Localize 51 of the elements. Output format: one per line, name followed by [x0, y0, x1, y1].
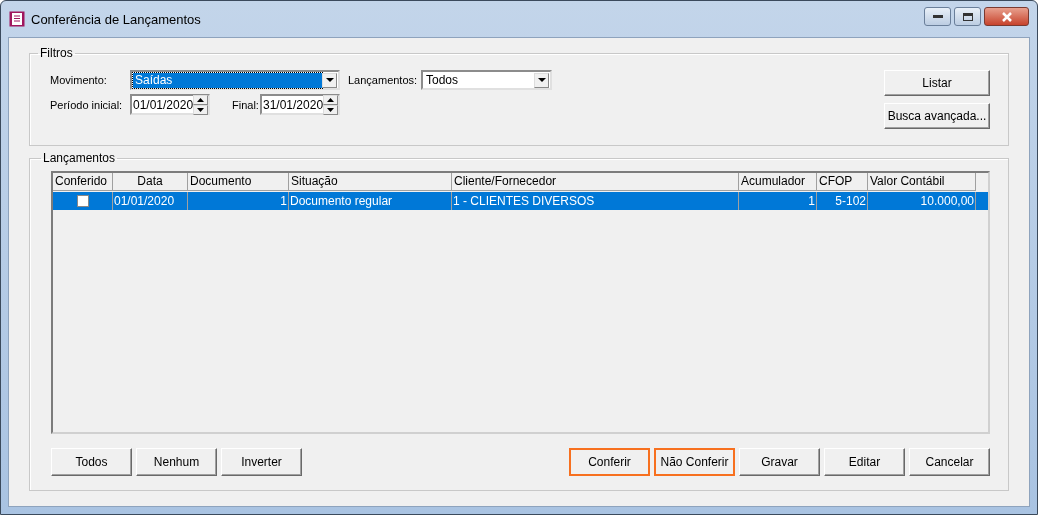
group-title: Lançamentos [42, 151, 117, 165]
caret-icon [537, 78, 546, 82]
table-cell: 1 [739, 192, 817, 210]
column-header[interactable]: Situação [289, 173, 452, 191]
column-header[interactable]: Data [113, 173, 188, 191]
table-row[interactable]: 01/01/2020 1 Documento regular 1 - CLIENTES DIVERSOS 1 5-102 10.000,00 [53, 192, 988, 210]
checkbox[interactable] [76, 195, 89, 207]
column-header[interactable]: Acumulador [739, 173, 817, 191]
table-cell: 5-102 [817, 192, 868, 210]
column-header[interactable]: CFOP [817, 173, 868, 191]
maximize-button[interactable] [954, 7, 981, 26]
table-cell: 10.000,00 [868, 192, 976, 210]
date-field[interactable]: 31/01/2020 [260, 94, 340, 115]
action-button[interactable]: Gravar [739, 448, 820, 476]
up-arrow-icon[interactable] [327, 97, 335, 102]
column-header[interactable]: Conferido [53, 173, 113, 191]
list-button[interactable]: Listar [884, 70, 990, 96]
lancamentos-dropdown[interactable]: Todos [421, 70, 552, 90]
column-header[interactable]: Valor Contábil [868, 173, 976, 191]
table-cell: Documento regular [289, 192, 452, 210]
caret-icon [325, 78, 334, 82]
action-button[interactable]: Todos [51, 448, 132, 476]
down-arrow-icon[interactable] [197, 107, 205, 112]
action-button[interactable]: Inverter [221, 448, 302, 476]
minimize-button[interactable] [924, 7, 951, 26]
table-cell: 1 [188, 192, 289, 210]
close-button[interactable] [984, 7, 1029, 26]
advanced-search-button[interactable]: Busca avançada... [884, 103, 990, 129]
column-header[interactable]: Documento [188, 173, 289, 191]
action-button[interactable]: Não Conferir [654, 448, 735, 476]
action-button[interactable]: Cancelar [909, 448, 990, 476]
down-arrow-icon[interactable] [327, 107, 335, 112]
field-label: Final: [232, 98, 260, 111]
field-label: Lançamentos: [348, 74, 419, 86]
column-header[interactable]: Cliente/Fornecedor [452, 173, 739, 191]
table-cell: 01/01/2020 [113, 192, 188, 210]
maximize-icon [962, 12, 973, 21]
window-title: Conferência de Lançamentos [31, 11, 202, 27]
action-button[interactable]: Nenhum [136, 448, 217, 476]
date-field[interactable]: 01/01/2020 [130, 94, 210, 115]
group-title: Filtros [39, 46, 74, 60]
field-label: Movimento: [49, 74, 108, 86]
action-button[interactable]: Editar [824, 448, 905, 476]
close-icon [1000, 11, 1013, 22]
up-arrow-icon[interactable] [197, 97, 205, 102]
field-label: Período inicial: [49, 98, 124, 111]
minimize-icon [932, 14, 943, 19]
table-cell: 1 - CLIENTES DIVERSOS [452, 192, 739, 210]
action-button[interactable]: Conferir [569, 448, 650, 476]
movimento-dropdown[interactable]: Saídas [130, 70, 340, 90]
document-icon [9, 11, 25, 27]
